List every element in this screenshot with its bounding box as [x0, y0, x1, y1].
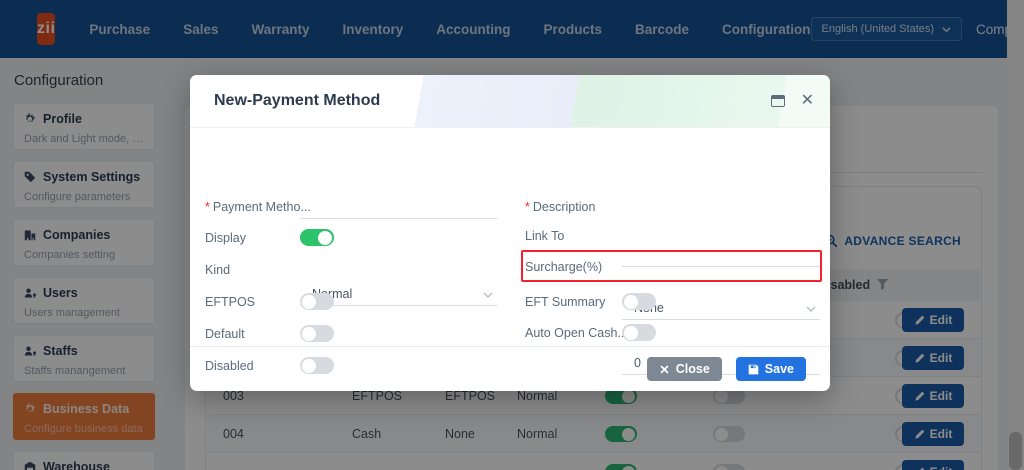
eftpos-toggle[interactable] [300, 293, 334, 310]
maximize-icon[interactable] [770, 95, 785, 107]
eft-summary-label: EFT Summary [525, 295, 606, 309]
save-disk-icon [748, 364, 759, 374]
eftpos-label: EFTPOS [205, 295, 256, 309]
description-input[interactable] [622, 243, 820, 267]
payment-method-input[interactable] [300, 195, 497, 219]
auto-open-cash-toggle[interactable] [622, 324, 656, 341]
default-label: Default [205, 327, 245, 341]
link-to-label: Link To [525, 229, 565, 243]
surcharge-label: Surcharge(%) [525, 260, 603, 274]
modal-title: New-Payment Method [214, 92, 381, 109]
display-label: Display [205, 231, 246, 245]
auto-open-cash-label: Auto Open Cash... [525, 326, 628, 340]
payment-method-label: Payment Metho... [205, 200, 311, 214]
modal-body: Payment Metho... Display Kind Normal EFT… [190, 128, 830, 375]
display-toggle[interactable] [300, 229, 334, 246]
new-payment-method-modal: New-Payment Method ✕ Payment Metho... Di… [190, 75, 830, 391]
kind-label: Kind [205, 263, 231, 277]
description-label: Description [525, 200, 596, 214]
eft-summary-toggle[interactable] [622, 293, 656, 310]
save-button[interactable]: Save [735, 357, 806, 381]
modal-footer: ✕ Close Save [190, 346, 830, 391]
close-button[interactable]: ✕ Close [647, 357, 722, 381]
close-icon[interactable]: ✕ [801, 93, 814, 109]
default-toggle[interactable] [300, 325, 334, 342]
x-icon: ✕ [659, 362, 670, 377]
modal-header: New-Payment Method ✕ [190, 75, 830, 128]
